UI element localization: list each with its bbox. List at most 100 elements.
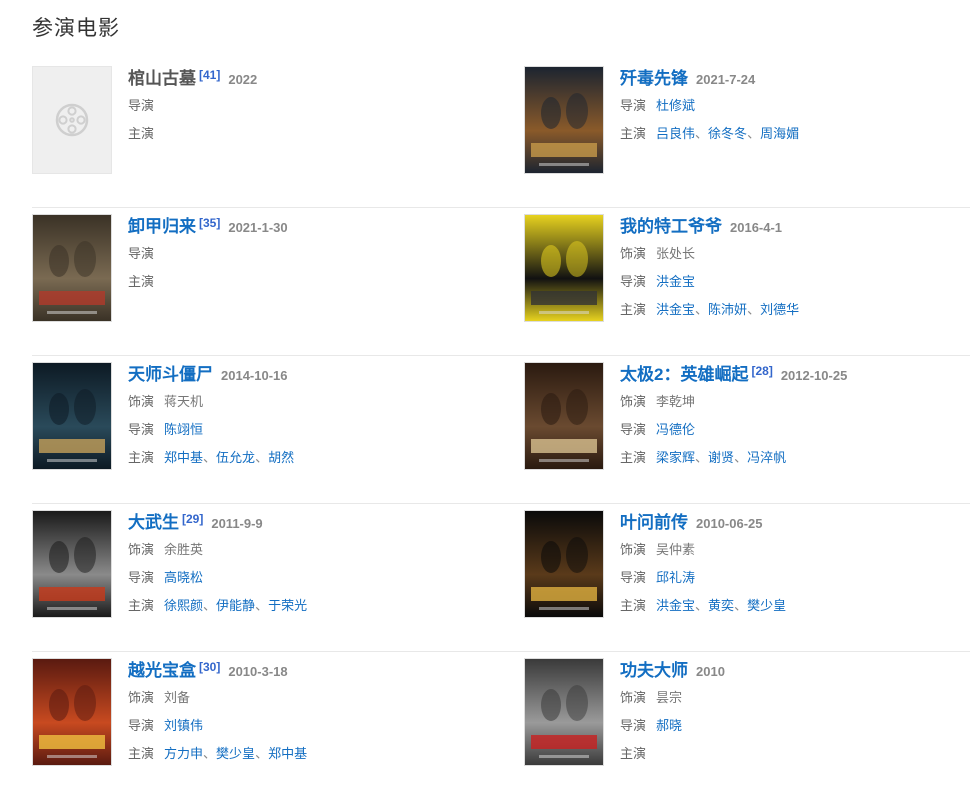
person-link[interactable]: 杜修斌 [656, 98, 695, 113]
filmography-grid: 棺山古墓 [41] 2022 导演 主演 歼毒先锋 2021-7-24 导演 杜修斌 主演 吕良伟、… [32, 60, 970, 799]
person-link[interactable]: 刘镇伟 [164, 718, 203, 733]
role-label: 饰演 [620, 542, 647, 557]
person-link[interactable]: 郑中基 [268, 746, 307, 761]
citation-ref[interactable]: [28] [751, 364, 772, 378]
person-link[interactable]: 洪金宝 [656, 302, 695, 317]
movie-poster[interactable] [32, 658, 112, 766]
person-link[interactable]: 伊能静 [216, 598, 255, 613]
film-title[interactable]: 太极2：英雄崛起 [620, 365, 748, 384]
cast-label: 主演 [620, 598, 647, 613]
person-link[interactable]: 郑中基 [164, 450, 203, 465]
movie-poster[interactable] [524, 214, 604, 322]
release-date: 2010 [696, 664, 725, 679]
person-link[interactable]: 陈沛妍 [708, 302, 747, 317]
film-title: 棺山古墓 [128, 69, 196, 88]
person-link[interactable]: 樊少皇 [216, 746, 255, 761]
meta-line-cast: 主演 徐熙颜、伊能静、于荣光 [128, 592, 468, 620]
director-label: 导演 [128, 98, 155, 113]
poster-image [33, 659, 111, 765]
film-title[interactable]: 卸甲归来 [128, 217, 196, 236]
citation-ref[interactable]: [41] [199, 68, 220, 82]
film-title[interactable]: 天师斗僵尸 [128, 365, 213, 384]
release-date: 2010-3-18 [228, 664, 288, 679]
person-link[interactable]: 陈翊恒 [164, 422, 203, 437]
film-item: 棺山古墓 [41] 2022 导演 主演 [32, 66, 472, 176]
person-link[interactable]: 邱礼涛 [656, 570, 695, 585]
director-label: 导演 [128, 246, 155, 261]
person-link[interactable]: 洪金宝 [656, 598, 695, 613]
poster-image [525, 659, 603, 765]
meta-line-director: 导演 郝晓 [620, 712, 960, 740]
poster-image [33, 363, 111, 469]
movie-poster[interactable] [32, 362, 112, 470]
role-name: 余胜英 [164, 542, 204, 557]
film-title[interactable]: 叶问前传 [620, 513, 688, 532]
person-link[interactable]: 吕良伟 [656, 126, 695, 141]
role-name: 蒋天机 [164, 394, 204, 409]
role-label: 饰演 [128, 690, 155, 705]
movie-poster[interactable] [524, 362, 604, 470]
person-link[interactable]: 高晓松 [164, 570, 203, 585]
person-link[interactable]: 樊少皇 [747, 598, 786, 613]
name-separator: 、 [255, 746, 269, 761]
citation-ref[interactable]: [30] [199, 660, 220, 674]
director-label: 导演 [128, 422, 155, 437]
person-link[interactable]: 郝晓 [656, 718, 682, 733]
cast-label: 主演 [620, 746, 647, 761]
movie-poster[interactable] [32, 214, 112, 322]
role-label: 饰演 [128, 394, 155, 409]
film-title[interactable]: 歼毒先锋 [620, 69, 688, 88]
release-date: 2022 [228, 72, 258, 87]
role-name: 李乾坤 [656, 394, 696, 409]
film-item: 功夫大师 2010 饰演 昙宗 导演 郝晓主演 [524, 658, 964, 768]
film-info: 叶问前传 2010-06-25 饰演 吴仲素 导演 邱礼涛 主演 洪金宝、黄奕、樊少皇 [620, 510, 960, 620]
role-name: 刘备 [164, 690, 191, 705]
movie-poster[interactable] [32, 510, 112, 618]
release-date: 2012-10-25 [780, 368, 848, 383]
person-link[interactable]: 于荣光 [268, 598, 307, 613]
film-title[interactable]: 越光宝盒 [128, 661, 196, 680]
film-title[interactable]: 大武生 [128, 513, 179, 532]
person-link[interactable]: 胡然 [268, 450, 294, 465]
director-label: 导演 [620, 422, 647, 437]
citation-ref[interactable]: [35] [199, 216, 220, 230]
film-reel-icon [55, 103, 89, 137]
meta-line-cast: 主演 [128, 268, 468, 296]
person-link[interactable]: 刘德华 [760, 302, 799, 317]
poster-image [33, 511, 111, 617]
film-info: 天师斗僵尸 2014-10-16 饰演 蒋天机 导演 陈翊恒 主演 郑中基、伍允龙、胡然 [128, 362, 468, 472]
movie-poster[interactable] [524, 66, 604, 174]
meta-line-role: 饰演 昙宗 [620, 684, 960, 712]
director-label: 导演 [128, 718, 155, 733]
person-link[interactable]: 冯德伦 [656, 422, 695, 437]
role-name: 张处长 [656, 246, 696, 261]
name-separator: 、 [747, 302, 761, 317]
meta-line-director: 导演 刘镇伟 [128, 712, 468, 740]
poster-image [525, 215, 603, 321]
film-info: 卸甲归来 [35] 2021-1-30 导演主演 [128, 214, 468, 296]
meta-line-role: 饰演 蒋天机 [128, 388, 468, 416]
person-link[interactable]: 方力申 [164, 746, 203, 761]
person-link[interactable]: 谢贤 [708, 450, 734, 465]
film-item: 叶问前传 2010-06-25 饰演 吴仲素 导演 邱礼涛 主演 洪金宝、黄奕、樊少皇 [524, 510, 964, 620]
movie-poster[interactable] [524, 658, 604, 766]
film-item: 大武生 [29] 2011-9-9 饰演 余胜英 导演 高晓松 主演 徐熙颜、伊能静、于荣光 [32, 510, 472, 620]
person-link[interactable]: 徐冬冬 [708, 126, 747, 141]
film-title[interactable]: 我的特工爷爷 [620, 217, 722, 236]
meta-line-cast: 主演 吕良伟、徐冬冬、周海媚 [620, 120, 960, 148]
meta-line-director: 导演 [128, 92, 468, 120]
person-link[interactable]: 洪金宝 [656, 274, 695, 289]
person-link[interactable]: 梁家辉 [656, 450, 695, 465]
cast-label: 主演 [620, 302, 647, 317]
film-title[interactable]: 功夫大师 [620, 661, 688, 680]
citation-ref[interactable]: [29] [182, 512, 203, 526]
person-link[interactable]: 伍允龙 [216, 450, 255, 465]
person-link[interactable]: 周海媚 [760, 126, 799, 141]
poster-image [525, 511, 603, 617]
name-separator: 、 [203, 450, 217, 465]
release-date: 2021-1-30 [228, 220, 288, 235]
person-link[interactable]: 冯淬帆 [747, 450, 786, 465]
person-link[interactable]: 徐熙颜 [164, 598, 203, 613]
movie-poster[interactable] [524, 510, 604, 618]
person-link[interactable]: 黄奕 [708, 598, 734, 613]
